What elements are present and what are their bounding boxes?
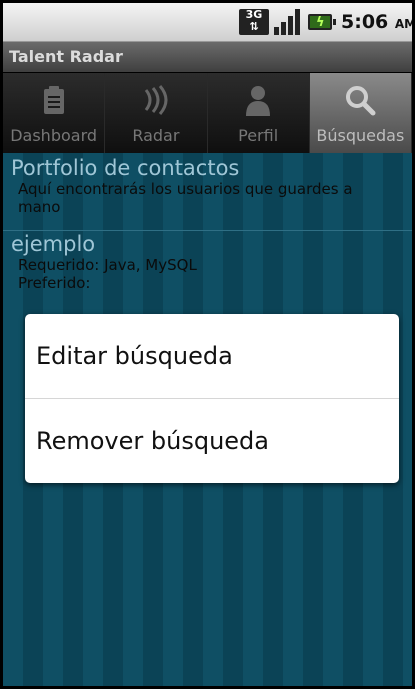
remove-search-option[interactable]: Remover búsqueda <box>25 398 399 482</box>
app-title-bar: Talent Radar <box>3 42 412 72</box>
tab-dashboard[interactable]: Dashboard <box>3 73 106 153</box>
clock-ampm: AM <box>394 17 415 31</box>
context-menu-dialog: Editar búsqueda Remover búsqueda <box>25 314 399 483</box>
person-icon <box>241 83 275 117</box>
list-item-line: mano <box>18 198 61 216</box>
list-item-line: Aquí encontrarás los usuarios que guarde… <box>18 180 353 198</box>
status-bar: 3G ⇅ ϟ 5:06 AM <box>3 3 412 42</box>
tab-bar: Dashboard Radar Perfil Búsquedas <box>3 73 412 153</box>
tab-busquedas-label: Búsquedas <box>316 126 405 145</box>
tab-busquedas[interactable]: Búsquedas <box>309 73 412 153</box>
edit-search-option[interactable]: Editar búsqueda <box>25 314 399 398</box>
phone-screen: 3G ⇅ ϟ 5:06 AM Talent Radar Dashboard Rad… <box>0 0 415 689</box>
tab-perfil[interactable]: Perfil <box>207 73 310 153</box>
clock-time: 5:06 <box>341 11 389 33</box>
list-item-title: ejemplo <box>11 232 96 256</box>
3g-network-icon: 3G ⇅ <box>239 9 269 35</box>
list-item-title: Portfolio de contactos <box>11 156 240 180</box>
list-item-line: Preferido: <box>18 274 91 292</box>
tab-dashboard-label: Dashboard <box>10 126 98 145</box>
magnifier-icon <box>343 83 377 117</box>
clipboard-icon <box>37 83 71 117</box>
radar-waves-icon <box>139 83 173 117</box>
list-item-line: Requerido: Java, MySQL <box>18 256 197 274</box>
battery-charging-icon: ϟ <box>308 9 336 35</box>
tab-radar[interactable]: Radar <box>105 73 208 153</box>
list-item[interactable]: Portfolio de contactos Aquí encontrarás … <box>3 156 412 231</box>
app-title: Talent Radar <box>9 47 123 66</box>
status-clock: 5:06 AM <box>341 11 415 33</box>
tab-radar-label: Radar <box>132 126 180 145</box>
list-item[interactable]: ejemplo Requerido: Java, MySQL Preferido… <box>3 232 412 307</box>
tab-perfil-label: Perfil <box>238 126 279 145</box>
signal-strength-icon <box>274 9 302 35</box>
network-label: 3G <box>245 8 263 21</box>
